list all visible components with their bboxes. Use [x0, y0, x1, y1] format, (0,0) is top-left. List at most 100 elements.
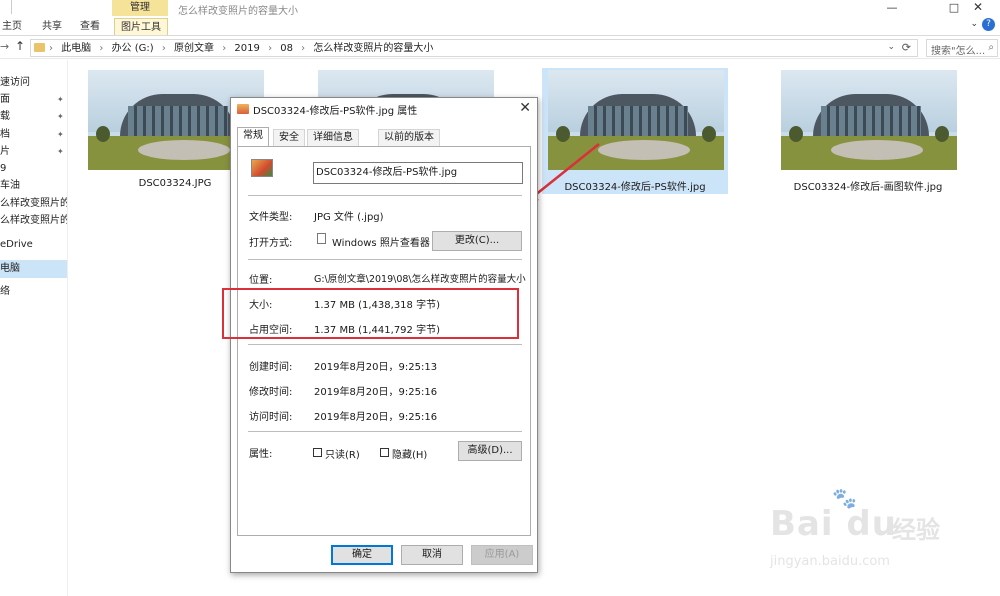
sidebar-item-onedrive[interactable]: eDrive: [0, 236, 67, 254]
sidebar-item-quick-access[interactable]: 速访问: [0, 74, 67, 92]
watermark-url: jingyan.baidu.com: [770, 554, 890, 569]
window-title: 怎么样改变照片的容量大小: [178, 6, 298, 17]
tab-details[interactable]: 详细信息: [307, 129, 359, 146]
hidden-checkbox[interactable]: [380, 448, 389, 457]
crumb-08[interactable]: 08: [280, 43, 293, 54]
tab-view[interactable]: 查看: [80, 18, 100, 35]
divider: [248, 259, 522, 260]
image-file-icon: [251, 159, 273, 177]
crumb-drive[interactable]: 办公 (G:): [112, 43, 154, 54]
sidebar-item-folder-photo-size-2[interactable]: 么样改变照片的容: [0, 212, 67, 230]
search-placeholder: 搜索"怎么...: [931, 46, 986, 57]
location-label: 位置:: [249, 275, 273, 286]
apply-button[interactable]: 应用(A): [471, 545, 533, 565]
title-bar: 管理 怎么样改变照片的容量大小 — □ ✕: [0, 0, 1000, 17]
file-thumbnail[interactable]: DSC03324-修改后-画图软件.jpg: [775, 68, 961, 194]
sidebar-item-downloads[interactable]: 载 ✦: [0, 108, 67, 126]
separator-icon: ›: [301, 43, 306, 54]
sidebar-item-label: 载: [0, 111, 10, 122]
separator-icon: ›: [49, 43, 53, 54]
sidebar-item-label: 档: [0, 129, 10, 140]
search-icon: ⌕: [988, 42, 994, 53]
manage-context-tab[interactable]: 管理: [112, 0, 168, 16]
crumb-current-folder[interactable]: 怎么样改变照片的容量大小: [313, 43, 433, 54]
sidebar-item-label: 么样改变照片的容: [0, 198, 67, 209]
readonly-checkbox[interactable]: [313, 448, 322, 457]
pin-icon: ✦: [57, 130, 64, 139]
tab-previous-versions[interactable]: 以前的版本: [378, 129, 440, 146]
navigation-pane: 速访问 面✦ 载✦ 档✦ 片✦ 9 车油 么样改变照片的容 么样改变照片的容 e…: [0, 60, 68, 596]
advanced-button[interactable]: 高级(D)...: [458, 441, 522, 461]
help-icon[interactable]: ?: [982, 18, 995, 31]
image-file-icon: [237, 104, 249, 114]
ribbon-expand-icon[interactable]: ⌄: [970, 19, 978, 29]
sidebar-item-label: 面: [0, 94, 10, 105]
ribbon-tabs: 主页 共享 查看 图片工具 ⌄ ?: [0, 16, 1000, 36]
sidebar-item-this-pc[interactable]: 电脑: [0, 260, 67, 278]
accessed-label: 访问时间:: [249, 412, 293, 423]
sidebar-item-label: 电脑: [0, 263, 20, 274]
cancel-button[interactable]: 取消: [401, 545, 463, 565]
search-input[interactable]: 搜索"怎么... ⌕: [926, 39, 998, 57]
sidebar-item-documents[interactable]: 档 ✦: [0, 126, 67, 144]
opens-with-value: Windows 照片查看器: [332, 238, 430, 249]
sidebar-item-folder-oil[interactable]: 车油: [0, 177, 67, 195]
sidebar-item-pictures[interactable]: 片 ✦: [0, 143, 67, 161]
opens-with-label: 打开方式:: [249, 238, 293, 249]
sidebar-item-folder-9[interactable]: 9: [0, 160, 67, 178]
sidebar-item-label: 9: [0, 163, 7, 174]
tab-general[interactable]: 常规: [237, 127, 269, 147]
created-label: 创建时间:: [249, 362, 293, 373]
quick-access-toolbar[interactable]: [0, 0, 12, 14]
accessed-value: 2019年8月20日，9:25:16: [314, 412, 438, 423]
close-window-button[interactable]: ✕: [956, 0, 1000, 16]
tab-security[interactable]: 安全: [273, 129, 305, 146]
refresh-icon[interactable]: ⟳: [902, 41, 911, 54]
location-value: G:\原创文章\2019\08\怎么样改变照片的容量大小: [314, 274, 526, 285]
general-panel: DSC03324-修改后-PS软件.jpg 文件类型: JPG 文件 (.jpg…: [237, 146, 531, 536]
watermark-logo-text: Bai du: [770, 504, 897, 544]
pin-icon: ✦: [57, 112, 64, 121]
address-dropdown-icon[interactable]: ⌄: [887, 42, 895, 52]
file-type-label: 文件类型:: [249, 212, 293, 223]
divider: [248, 195, 522, 196]
address-row: → ↑ › 此电脑 › 办公 (G:) › 原创文章 › 2019 › 08 ›…: [0, 37, 1000, 59]
file-type-value: JPG 文件 (.jpg): [314, 212, 384, 223]
sidebar-item-label: 速访问: [0, 77, 30, 88]
change-button[interactable]: 更改(C)...: [432, 231, 522, 251]
sidebar-item-desktop[interactable]: 面 ✦: [0, 91, 67, 109]
crumb-original-articles[interactable]: 原创文章: [174, 43, 214, 54]
ok-button[interactable]: 确定: [331, 545, 393, 565]
photo-preview: [781, 70, 957, 170]
divider: [248, 344, 522, 345]
close-icon[interactable]: ✕: [519, 100, 531, 116]
crumb-2019[interactable]: 2019: [234, 43, 259, 54]
forward-icon[interactable]: →: [0, 40, 9, 53]
sidebar-item-network[interactable]: 络: [0, 283, 67, 301]
hidden-label[interactable]: 隐藏(H): [392, 446, 427, 461]
minimize-button[interactable]: —: [870, 0, 914, 16]
folder-icon: [34, 43, 45, 52]
pin-icon: ✦: [57, 147, 64, 156]
sidebar-item-folder-photo-size[interactable]: 么样改变照片的容: [0, 195, 67, 213]
size-highlight-box: [222, 288, 519, 339]
dialog-title: DSC03324-修改后-PS软件.jpg 属性: [253, 106, 418, 117]
attributes-label: 属性:: [249, 449, 273, 460]
created-value: 2019年8月20日，9:25:13: [314, 362, 438, 373]
sidebar-item-label: 片: [0, 146, 10, 157]
tab-home[interactable]: 主页: [2, 18, 22, 35]
filename-field[interactable]: DSC03324-修改后-PS软件.jpg: [313, 162, 523, 184]
crumb-this-pc[interactable]: 此电脑: [61, 43, 91, 54]
readonly-label[interactable]: 只读(R): [325, 446, 360, 461]
separator-icon: ›: [99, 43, 104, 54]
sidebar-item-label: eDrive: [0, 239, 33, 250]
sidebar-item-label: 么样改变照片的容: [0, 215, 67, 226]
paw-icon: 🐾: [832, 486, 857, 510]
file-name: DSC03324-修改后-画图软件.jpg: [793, 182, 943, 193]
up-icon[interactable]: ↑: [15, 39, 25, 53]
watermark-cn-text: 经验: [892, 516, 940, 544]
sidebar-item-label: 络: [0, 286, 10, 297]
address-bar[interactable]: › 此电脑 › 办公 (G:) › 原创文章 › 2019 › 08 › 怎么样…: [30, 39, 918, 57]
tab-share[interactable]: 共享: [42, 18, 62, 35]
tab-picture-tools[interactable]: 图片工具: [114, 18, 168, 35]
